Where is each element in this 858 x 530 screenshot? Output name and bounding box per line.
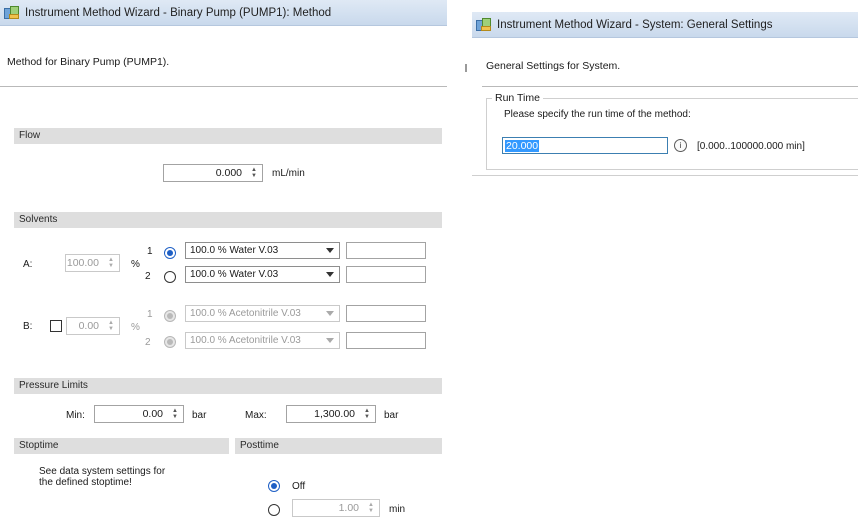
- solvent-b-enable-checkbox[interactable]: [50, 320, 62, 332]
- window-title: Instrument Method Wizard - System: Gener…: [497, 18, 773, 31]
- solvent-a2-name-field[interactable]: [346, 266, 426, 283]
- pressure-max-label: Max:: [245, 410, 267, 421]
- pressure-min-input[interactable]: 0.00 ▲ ▼: [94, 405, 184, 423]
- stoptime-note-line1: See data system settings for: [39, 466, 166, 477]
- posttime-off-radio[interactable]: [268, 480, 280, 492]
- pressure-min-unit: bar: [192, 410, 207, 421]
- page-description: General Settings for System.: [486, 60, 621, 72]
- solvent-b2-radio[interactable]: [164, 336, 176, 348]
- solvent-b1-name-field[interactable]: [346, 305, 426, 322]
- solvent-a2-select[interactable]: 100.0 % Water V.03: [185, 266, 340, 283]
- run-time-input[interactable]: 20.000: [502, 137, 668, 154]
- flow-input[interactable]: 0.000 ▲ ▼: [163, 164, 263, 182]
- solvent-a1-select[interactable]: 100.0 % Water V.03: [185, 242, 340, 259]
- chevron-down-icon: [326, 272, 334, 277]
- solvent-b2-select-value: 100.0 % Acetonitrile V.03: [190, 335, 301, 346]
- posttime-value-input[interactable]: 1.00 ▲ ▼: [292, 499, 380, 517]
- chevron-down-icon: [326, 311, 334, 316]
- run-time-prompt: Please specify the run time of the metho…: [504, 109, 691, 120]
- solvent-a2-select-value: 100.0 % Water V.03: [190, 269, 279, 280]
- pressure-min-value: 0.00: [142, 408, 163, 420]
- solvent-a2-radio[interactable]: [164, 271, 176, 283]
- run-time-value: 20.000: [505, 140, 540, 152]
- solvent-b1-select-value: 100.0 % Acetonitrile V.03: [190, 308, 301, 319]
- posttime-value: 1.00: [338, 502, 359, 514]
- solvent-b2-channel: 2: [145, 337, 151, 348]
- solvent-b1-select[interactable]: 100.0 % Acetonitrile V.03: [185, 305, 340, 322]
- info-icon[interactable]: i: [674, 139, 687, 152]
- system-general-settings-window: Instrument Method Wizard - System: Gener…: [472, 12, 858, 176]
- spin-updown-icon[interactable]: ▲ ▼: [249, 167, 259, 179]
- spin-updown-icon[interactable]: ▲ ▼: [170, 408, 180, 420]
- pressure-min-label: Min:: [66, 410, 85, 421]
- spin-updown-icon[interactable]: ▲ ▼: [106, 320, 116, 332]
- solvent-a-label: A:: [23, 259, 33, 270]
- spin-updown-icon[interactable]: ▲ ▼: [366, 502, 376, 514]
- run-time-legend: Run Time: [492, 92, 543, 104]
- stoptime-note-line2: the defined stoptime!: [39, 477, 132, 488]
- flow-unit: mL/min: [272, 168, 305, 179]
- posttime-section-header: Posttime: [235, 438, 442, 454]
- solvent-a1-radio[interactable]: [164, 247, 176, 259]
- chevron-down-icon: [326, 248, 334, 253]
- spin-updown-icon[interactable]: ▲ ▼: [106, 257, 116, 269]
- window-separator: [465, 64, 467, 72]
- binary-pump-method-window: Instrument Method Wizard - Binary Pump (…: [0, 0, 447, 530]
- page-description: Method for Binary Pump (PUMP1).: [7, 56, 170, 68]
- solvent-a-percent-unit: %: [131, 259, 140, 270]
- pressure-max-unit: bar: [384, 410, 399, 421]
- solvent-a1-channel: 1: [147, 246, 153, 257]
- chevron-down-icon: [326, 338, 334, 343]
- stoptime-section-header: Stoptime: [14, 438, 229, 454]
- solvent-a1-name-field[interactable]: [346, 242, 426, 259]
- spin-updown-icon[interactable]: ▲ ▼: [362, 408, 372, 420]
- window-titlebar[interactable]: Instrument Method Wizard - System: Gener…: [472, 12, 858, 38]
- solvent-a2-channel: 2: [145, 271, 151, 282]
- posttime-unit: min: [389, 504, 406, 515]
- posttime-value-radio[interactable]: [268, 504, 280, 516]
- window-title: Instrument Method Wizard - Binary Pump (…: [25, 6, 332, 19]
- header-divider: [0, 86, 447, 87]
- solvent-a1-select-value: 100.0 % Water V.03: [190, 245, 279, 256]
- solvent-b1-radio[interactable]: [164, 310, 176, 322]
- solvent-b1-channel: 1: [147, 309, 153, 320]
- pressure-limits-section-header: Pressure Limits: [14, 378, 442, 394]
- solvent-b-label: B:: [23, 321, 33, 332]
- solvent-b-percent-value: 0.00: [78, 320, 99, 332]
- solvent-b2-select[interactable]: 100.0 % Acetonitrile V.03: [185, 332, 340, 349]
- solvent-b-percent-unit: %: [131, 322, 140, 333]
- solvent-b-percent-input[interactable]: 0.00 ▲ ▼: [66, 317, 120, 335]
- pressure-max-value: 1,300.00: [314, 408, 355, 420]
- pressure-max-input[interactable]: 1,300.00 ▲ ▼: [286, 405, 376, 423]
- window-titlebar[interactable]: Instrument Method Wizard - Binary Pump (…: [0, 0, 447, 26]
- solvent-b2-name-field[interactable]: [346, 332, 426, 349]
- run-time-range: [0.000..100000.000 min]: [697, 141, 805, 152]
- wizard-app-icon: [4, 5, 20, 20]
- solvents-section-header: Solvents: [14, 212, 442, 228]
- flow-value: 0.000: [215, 167, 242, 179]
- wizard-app-icon: [476, 17, 492, 32]
- header-divider: [482, 86, 858, 87]
- solvent-a-percent-value: 100.00: [66, 257, 99, 269]
- flow-section-header: Flow: [14, 128, 442, 144]
- solvent-a-percent-input[interactable]: 100.00 ▲ ▼: [65, 254, 120, 272]
- posttime-off-label: Off: [292, 481, 306, 492]
